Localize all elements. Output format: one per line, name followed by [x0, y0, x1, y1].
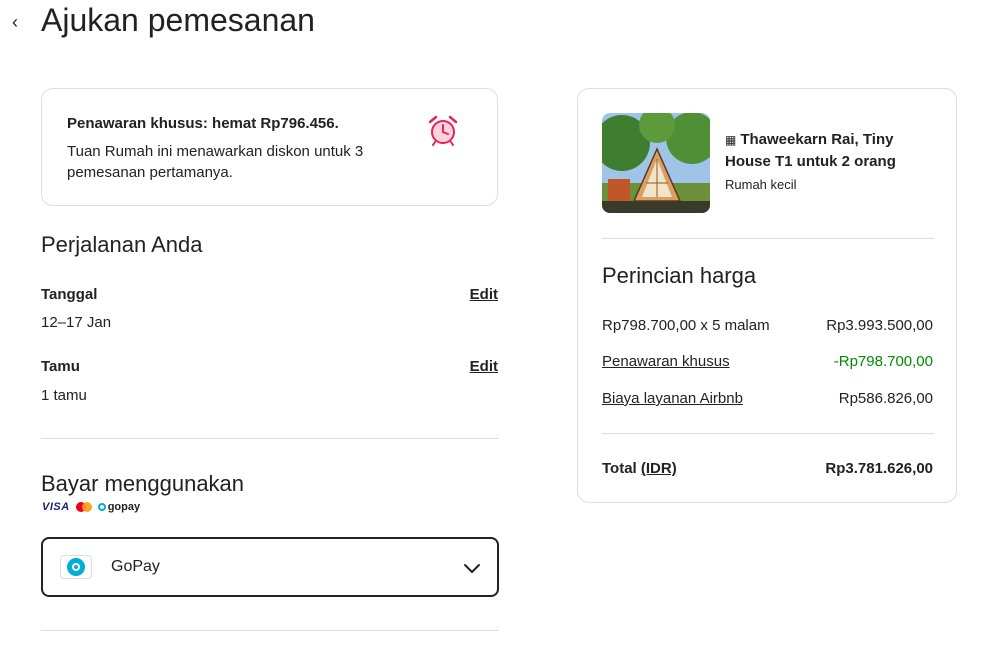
booking-summary-card: ▦ Thaweekarn Rai, Tiny House T1 untuk 2 o… — [577, 88, 957, 503]
visa-logo: VISA — [42, 501, 70, 513]
back-button[interactable]: ‹ — [6, 8, 24, 36]
gopay-logo-text: gopay — [107, 501, 141, 513]
nightly-rate-label: Rp798.700,00 x 5 malam — [602, 317, 770, 334]
divider — [41, 630, 499, 631]
service-fee-link[interactable]: Biaya layanan Airbnb — [602, 390, 743, 407]
offer-description: Tuan Rumah ini menawarkan diskon untuk 3… — [67, 143, 364, 181]
total-label-text: Total — [602, 460, 637, 477]
chevron-left-icon: ‹ — [12, 11, 18, 32]
total-value: Rp3.781.626,00 — [825, 460, 933, 477]
listing-name-text: Thaweekarn Rai, Tiny House T1 untuk 2 or… — [725, 131, 896, 170]
building-icon: ▦ — [725, 133, 737, 147]
divider — [602, 238, 934, 239]
total-label: Total (IDR) — [602, 460, 677, 477]
offer-title: Penawaran khusus: hemat Rp796.456. — [67, 115, 339, 132]
price-section-title: Perincian harga — [602, 263, 757, 288]
special-offer-value: -Rp798.700,00 — [833, 353, 933, 370]
special-offer-card: Penawaran khusus: hemat Rp796.456. Tuan … — [41, 88, 498, 206]
dates-label: Tanggal — [41, 286, 98, 303]
divider — [41, 438, 499, 439]
dates-value: 12–17 Jan — [41, 314, 112, 331]
payment-section-title: Bayar menggunakan — [41, 471, 245, 496]
page-title: Ajukan pemesanan — [41, 2, 315, 38]
gopay-icon — [60, 555, 92, 579]
payment-method-label: GoPay — [111, 558, 160, 575]
guests-value: 1 tamu — [41, 387, 87, 404]
nightly-rate-value: Rp3.993.500,00 — [826, 317, 933, 334]
listing-photo[interactable] — [602, 113, 710, 213]
edit-dates-link[interactable]: Edit — [470, 286, 498, 303]
mastercard-logo — [75, 502, 92, 512]
chevron-down-icon — [464, 564, 480, 573]
edit-guests-link[interactable]: Edit — [470, 358, 498, 375]
payment-method-select[interactable]: GoPay — [41, 537, 499, 597]
special-offer-link[interactable]: Penawaran khusus — [602, 353, 730, 370]
alarm-clock-icon — [428, 115, 458, 146]
payment-logos: VISA gopay — [42, 500, 140, 514]
trip-section-title: Perjalanan Anda — [41, 232, 203, 257]
currency-link[interactable]: (IDR) — [641, 460, 677, 477]
listing-type: Rumah kecil — [725, 177, 797, 192]
guests-label: Tamu — [41, 358, 80, 375]
gopay-logo: gopay — [97, 501, 141, 513]
divider — [602, 433, 934, 434]
service-fee-value: Rp586.826,00 — [838, 390, 933, 407]
listing-name: ▦ Thaweekarn Rai, Tiny House T1 untuk 2 o… — [725, 129, 935, 172]
